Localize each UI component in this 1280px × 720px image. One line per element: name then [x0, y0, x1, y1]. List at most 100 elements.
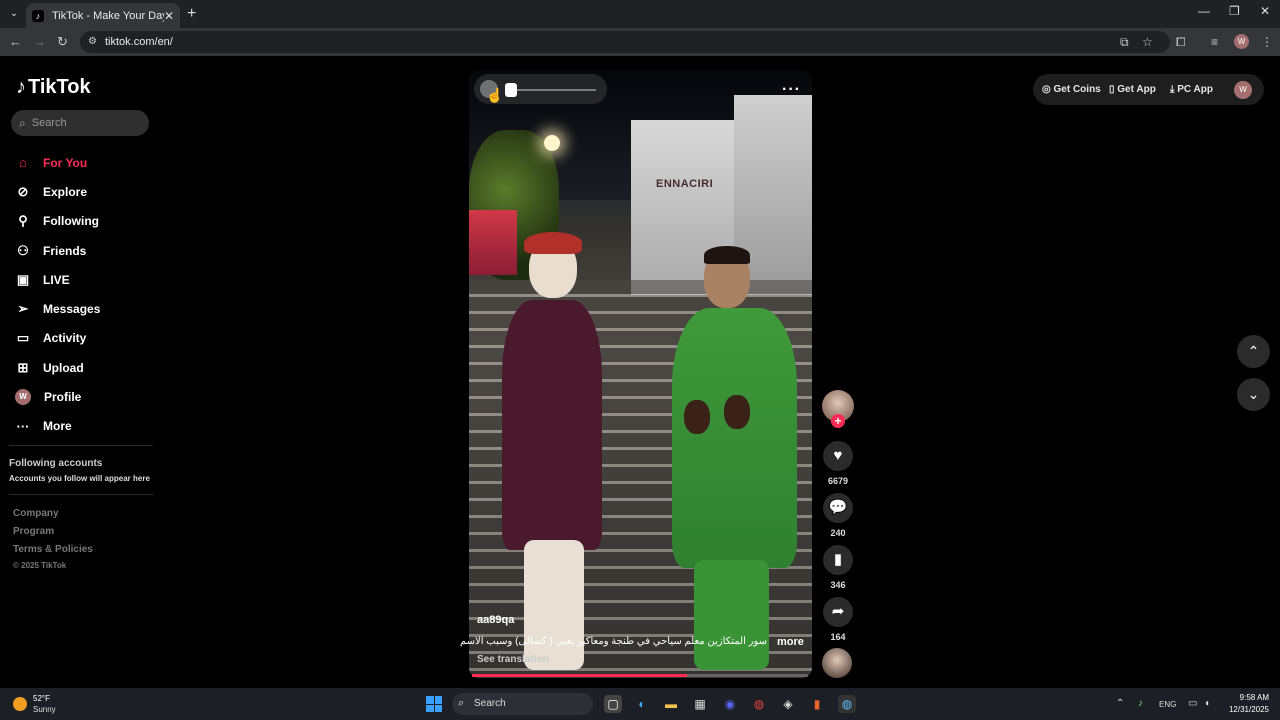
media-control-icon[interactable]: ≡	[1211, 35, 1218, 49]
following-accounts-empty-text: Accounts you follow will appear here	[9, 474, 150, 483]
user-avatar[interactable]: W	[1234, 81, 1252, 99]
pc-app-button[interactable]: ⤓ PC App	[1170, 84, 1213, 95]
url-field[interactable]: ⚙ tiktok.com/en/	[80, 31, 1170, 53]
share-icon: ➦	[831, 603, 845, 620]
like-button[interactable]: ♥	[823, 441, 853, 471]
video-author[interactable]: aa89qa	[477, 614, 514, 626]
start-button[interactable]	[426, 696, 442, 712]
sidebar-item-label: For You	[43, 155, 88, 170]
bookmark-star-icon[interactable]: ☆	[1142, 35, 1153, 49]
tray-mic-icon[interactable]: ♪	[1138, 698, 1143, 709]
caption-more-button[interactable]: more	[777, 636, 804, 648]
send-icon: ➢	[17, 301, 29, 317]
chrome-active-icon[interactable]: ◍	[838, 695, 856, 713]
see-translation-link[interactable]: See translation	[477, 654, 549, 665]
tab-search-chevron-icon[interactable]: ⌄	[6, 6, 22, 22]
discord-icon[interactable]: ◉	[721, 695, 739, 713]
chevron-up-icon: ⌃	[1247, 343, 1260, 359]
sidebar-item-explore[interactable]: ⊘ Explore	[14, 177, 100, 206]
footer-link-program[interactable]: Program	[13, 526, 54, 537]
sidebar-item-label: Messages	[43, 302, 101, 317]
window-close-icon[interactable]: ✕	[1260, 4, 1270, 18]
browser-tab[interactable]: ♪ TikTok - Make Your Day ✕	[26, 3, 180, 28]
reload-icon[interactable]: ↻	[57, 34, 68, 50]
bookmark-button[interactable]: ▮	[823, 545, 853, 575]
edge-icon[interactable]: ◐	[633, 695, 651, 713]
chrome-icon[interactable]: ◍	[750, 695, 768, 713]
footer-link-terms[interactable]: Terms & Policies	[13, 544, 93, 555]
logo-text: TikTok	[28, 76, 91, 98]
microphone-app-icon[interactable]: ▮	[808, 695, 826, 713]
tiktok-logo[interactable]: ♪ TikTok	[16, 76, 91, 99]
search-input[interactable]	[31, 117, 132, 129]
music-disc[interactable]	[822, 648, 852, 678]
browser-profile-avatar[interactable]: W	[1234, 34, 1249, 49]
more-dots-icon: ···	[16, 418, 30, 434]
minimize-icon[interactable]: —	[1198, 4, 1210, 18]
sidebar-item-label: Explore	[43, 184, 88, 199]
friends-icon: ⚇	[17, 242, 29, 258]
sidebar-item-label: Profile	[44, 390, 82, 405]
pc-app-label: PC App	[1177, 84, 1213, 95]
file-explorer-icon[interactable]: ▬	[662, 695, 680, 713]
browser-menu-icon[interactable]: ⋮	[1261, 35, 1273, 49]
comment-button[interactable]: 💬	[823, 493, 853, 523]
sidebar-item-label: Activity	[43, 331, 87, 346]
clock-date[interactable]: 12/31/2025	[1224, 705, 1269, 714]
task-view-icon[interactable]: ▢	[604, 695, 622, 713]
sidebar-item-label: Friends	[43, 243, 87, 258]
sidebar-item-friends[interactable]: ⚇ Friends	[14, 236, 100, 265]
app-icon[interactable]: ◈	[779, 695, 797, 713]
volume-slider-knob[interactable]	[505, 83, 517, 97]
weather-sun-icon[interactable]	[13, 697, 27, 711]
next-video-button[interactable]: ⌄	[1237, 378, 1270, 411]
sidebar-item-upload[interactable]: ⊞ Upload	[14, 353, 100, 382]
compass-icon: ⊘	[17, 183, 29, 199]
install-app-icon[interactable]: ⧉	[1120, 35, 1129, 50]
follow-plus-icon[interactable]: +	[831, 414, 845, 428]
previous-video-button[interactable]: ⌃	[1237, 335, 1270, 368]
back-icon[interactable]: ←	[9, 34, 22, 49]
weather-temperature[interactable]: 52°F	[33, 694, 50, 703]
search-box[interactable]: ⌕	[11, 110, 149, 136]
sidebar-item-more[interactable]: ··· More	[14, 412, 100, 441]
bookmark-count: 346	[830, 580, 846, 590]
video-progress-fill	[472, 674, 688, 677]
sidebar-item-profile[interactable]: W Profile	[14, 382, 100, 411]
tiktok-logo-icon: ♪	[16, 76, 26, 98]
sidebar-item-for-you[interactable]: ⌂ For You	[14, 148, 100, 177]
sidebar-item-messages[interactable]: ➢ Messages	[14, 294, 101, 323]
sidebar-item-live[interactable]: ▣ LIVE	[14, 265, 100, 294]
language-indicator[interactable]: ENG	[1159, 700, 1176, 709]
get-coins-button[interactable]: ◎ Get Coins	[1042, 84, 1101, 95]
site-info-icon[interactable]: ⚙	[88, 36, 97, 47]
video-scene-man	[664, 246, 804, 670]
sidebar-item-activity[interactable]: ▭ Activity	[14, 324, 100, 353]
like-count: 6679	[827, 476, 849, 486]
weather-description[interactable]: Sunny	[33, 705, 56, 714]
footer-link-company[interactable]: Company	[13, 508, 59, 519]
sidebar-item-label: More	[43, 419, 72, 434]
tray-overflow-icon[interactable]: ⌃	[1116, 698, 1124, 709]
live-icon: ▣	[16, 271, 30, 287]
new-tab-icon[interactable]: +	[187, 5, 196, 23]
sidebar-nav: ⌂ For You ⊘ Explore ⚲ Following ⚇ Friend…	[14, 148, 100, 441]
maximize-icon[interactable]: ❐	[1229, 4, 1240, 18]
sidebar-divider	[9, 494, 153, 495]
network-icon[interactable]: ▭	[1188, 698, 1197, 709]
video-scene-woman	[494, 232, 604, 670]
sidebar-item-following[interactable]: ⚲ Following	[14, 207, 100, 236]
tab-close-icon[interactable]: ✕	[164, 9, 174, 23]
clock-time[interactable]: 9:58 AM	[1237, 693, 1269, 702]
share-button[interactable]: ➦	[823, 597, 853, 627]
hand-cursor-icon: ☝	[486, 87, 504, 103]
video-scene-sign: ENNACIRI	[656, 178, 714, 190]
video-more-options-icon[interactable]: ···	[782, 81, 801, 99]
volume-icon[interactable]: ◖	[1204, 698, 1210, 709]
extensions-icon[interactable]: ⧠	[1176, 35, 1186, 50]
store-icon[interactable]: ▦	[691, 695, 709, 713]
volume-slider[interactable]	[510, 89, 596, 91]
forward-icon[interactable]: →	[33, 34, 46, 49]
video-player[interactable]: ENNACIRI	[469, 70, 812, 678]
get-app-button[interactable]: ▯ Get App	[1109, 84, 1156, 95]
